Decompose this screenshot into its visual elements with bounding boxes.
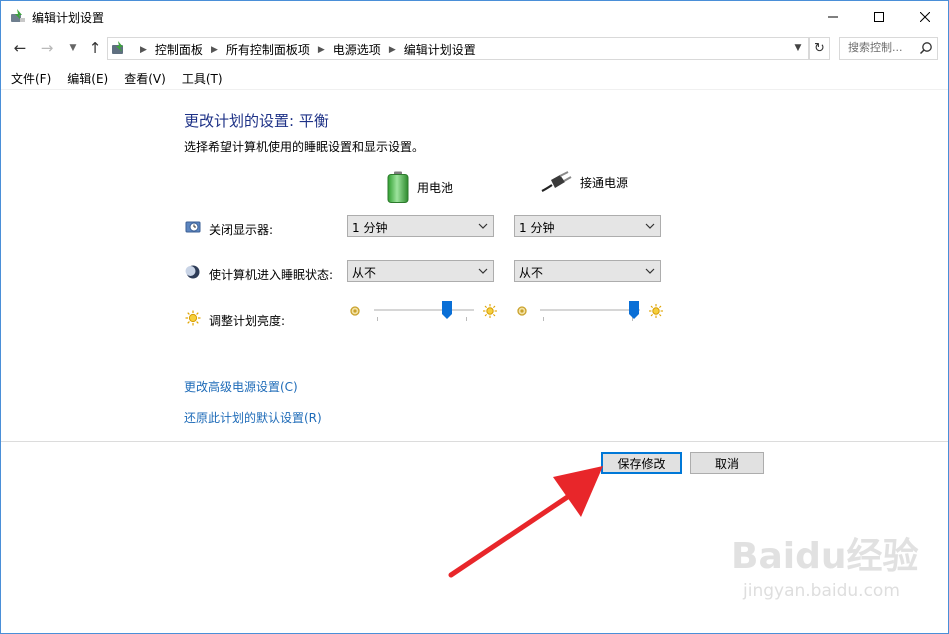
dim-sun-icon	[350, 306, 360, 316]
search-icon[interactable]	[919, 41, 933, 55]
arrow-up-icon: ↑	[88, 39, 102, 57]
slider-tick	[466, 317, 467, 321]
slider-tick	[543, 317, 544, 321]
sleep-label: 使计算机进入睡眠状态:	[209, 268, 334, 282]
power-plug-icon	[541, 171, 572, 192]
slider-tick	[377, 317, 378, 321]
minimize-icon	[828, 16, 838, 17]
moon-icon	[185, 265, 200, 279]
maximize-button[interactable]	[856, 1, 902, 32]
dim-sun-icon	[517, 306, 527, 316]
column-header-battery: 用电池	[387, 171, 453, 203]
annotation-arrow-icon	[448, 466, 603, 578]
menu-tools[interactable]: 工具(T)	[172, 67, 229, 89]
close-icon	[920, 11, 930, 22]
breadcrumb-edit-plan[interactable]: 编辑计划设置	[404, 41, 476, 58]
title-bar[interactable]: 编辑计划设置	[1, 1, 948, 32]
advanced-power-settings-link[interactable]: 更改高级电源设置(C)	[184, 378, 298, 395]
sleep-battery-select[interactable]: 从不	[347, 260, 494, 282]
arrow-left-icon: ←	[13, 39, 27, 57]
chevron-right-icon[interactable]: ▶	[211, 45, 218, 55]
chevron-right-icon[interactable]: ▶	[389, 45, 396, 55]
address-bar[interactable]: ▶ 控制面板 ▶ 所有控制面板项 ▶ 电源选项 ▶ 编辑计划设置 ▼	[107, 37, 809, 60]
recent-locations-button[interactable]: ▼	[63, 38, 83, 58]
breadcrumb-all-items[interactable]: 所有控制面板项	[226, 41, 310, 58]
chevron-down-icon: ▼	[794, 43, 802, 53]
page-description: 选择希望计算机使用的睡眠设置和显示设置。	[184, 140, 425, 154]
baidu-watermark: Baidu经验 jingyan.baidu.com	[731, 519, 931, 619]
breadcrumb: ▶ 控制面板 ▶ 所有控制面板项 ▶ 电源选项 ▶ 编辑计划设置	[132, 41, 476, 58]
edit-plan-window: 编辑计划设置 ← → ▼ ↑ ▶ 控制面板 ▶ 所有控制面板项 ▶ 电源选项 ▶…	[0, 0, 949, 634]
menu-divider	[1, 89, 948, 90]
chevron-down-icon	[478, 268, 488, 274]
maximize-icon	[874, 11, 884, 22]
sleep-battery-value: 从不	[352, 266, 377, 280]
display-plugged-value: 1 分钟	[519, 221, 555, 235]
refresh-button[interactable]: ↻	[809, 37, 830, 60]
column-header-plugged-in: 接通电源	[540, 171, 628, 193]
slider-track	[374, 309, 474, 311]
footer-divider	[1, 441, 948, 442]
forward-button[interactable]: →	[37, 38, 57, 58]
menu-view[interactable]: 查看(V)	[114, 67, 172, 89]
bright-sun-icon	[483, 304, 497, 318]
breadcrumb-control-panel[interactable]: 控制面板	[155, 41, 203, 58]
window-title: 编辑计划设置	[32, 11, 105, 25]
watermark-logo: Baidu经验	[731, 536, 919, 577]
up-button[interactable]: ↑	[85, 38, 105, 58]
display-battery-select[interactable]: 1 分钟	[347, 215, 494, 237]
slider-thumb[interactable]	[441, 301, 452, 319]
refresh-icon: ↻	[814, 41, 825, 56]
watermark-url: jingyan.baidu.com	[743, 581, 900, 601]
restore-defaults-link[interactable]: 还原此计划的默认设置(R)	[184, 409, 322, 426]
sleep-plugged-select[interactable]: 从不	[514, 260, 661, 282]
battery-label: 用电池	[417, 180, 454, 195]
slider-track	[540, 309, 640, 311]
navigation-bar: ← → ▼ ↑ ▶ 控制面板 ▶ 所有控制面板项 ▶ 电源选项 ▶ 编辑计划设置…	[1, 34, 948, 62]
display-plugged-select[interactable]: 1 分钟	[514, 215, 661, 237]
address-history-button[interactable]: ▼	[790, 40, 806, 56]
minimize-button[interactable]	[810, 1, 856, 32]
chevron-down-icon: ▼	[69, 43, 77, 53]
search-input[interactable]	[840, 38, 920, 57]
back-button[interactable]: ←	[10, 38, 30, 58]
chevron-down-icon	[645, 268, 655, 274]
arrow-right-icon: →	[40, 39, 54, 57]
brightness-label: 调整计划亮度:	[209, 314, 286, 328]
chevron-down-icon	[478, 223, 488, 229]
battery-icon	[387, 171, 409, 203]
cancel-button[interactable]: 取消	[690, 452, 764, 474]
chevron-down-icon	[645, 223, 655, 229]
slider-thumb[interactable]	[629, 301, 640, 319]
brightness-sun-icon	[185, 310, 201, 326]
menu-edit[interactable]: 编辑(E)	[57, 67, 114, 89]
bright-sun-icon	[649, 304, 663, 318]
chevron-right-icon[interactable]: ▶	[318, 45, 325, 55]
monitor-clock-icon	[185, 221, 201, 233]
brightness-battery-slider[interactable]	[374, 301, 474, 321]
search-box[interactable]	[839, 37, 938, 60]
breadcrumb-power-options[interactable]: 电源选项	[333, 41, 381, 58]
turn-off-display-label: 关闭显示器:	[209, 223, 274, 237]
save-changes-button[interactable]: 保存修改	[601, 452, 682, 474]
menu-bar: 文件(F) 编辑(E) 查看(V) 工具(T)	[1, 67, 948, 89]
close-button[interactable]	[902, 1, 948, 32]
power-options-icon	[11, 9, 25, 22]
menu-file[interactable]: 文件(F)	[1, 67, 57, 89]
display-battery-value: 1 分钟	[352, 221, 388, 235]
sleep-plugged-value: 从不	[519, 266, 544, 280]
brightness-plugged-slider[interactable]	[540, 301, 640, 321]
control-panel-icon	[112, 41, 123, 54]
chevron-right-icon: ▶	[140, 44, 147, 55]
plugged-in-label: 接通电源	[580, 175, 629, 190]
page-title: 更改计划的设置: 平衡	[184, 112, 329, 130]
